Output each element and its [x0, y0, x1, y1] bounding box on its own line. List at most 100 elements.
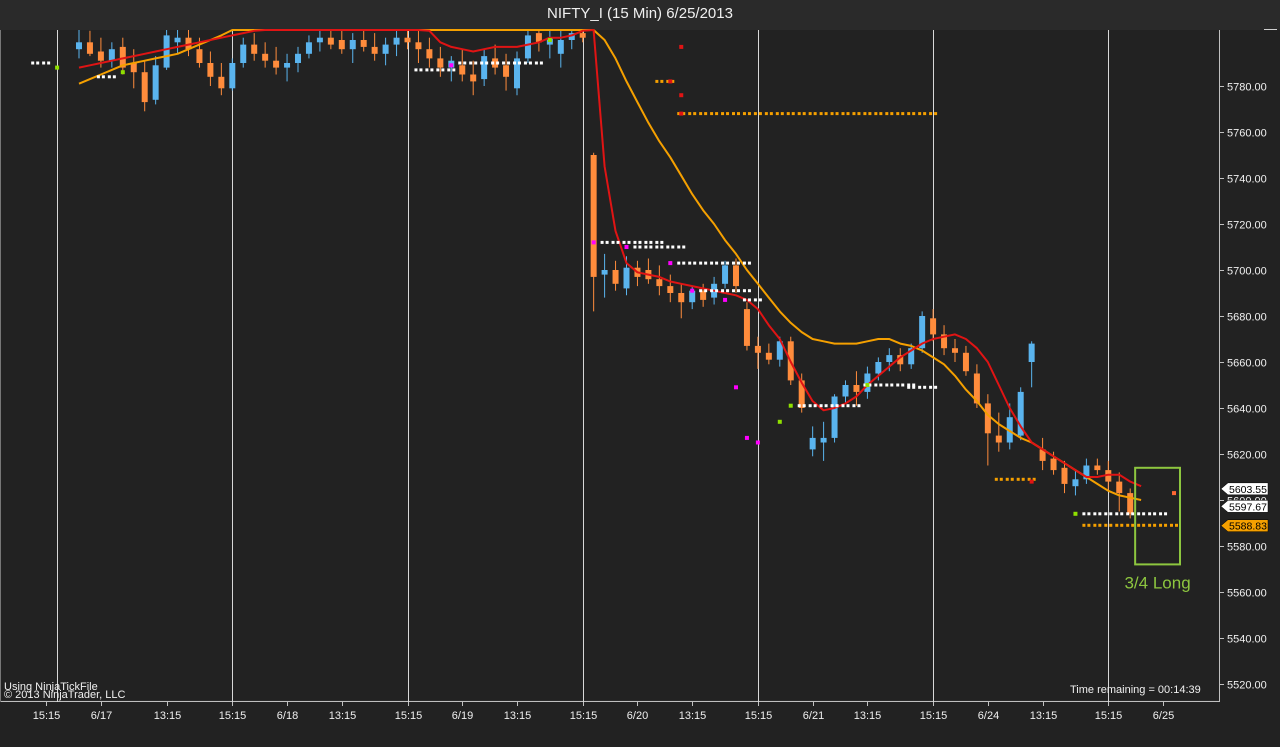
candle-body-down — [426, 49, 433, 59]
signal-level-dot — [874, 112, 878, 116]
candle-body-up — [393, 37, 400, 45]
candle-body-up — [174, 37, 181, 43]
signal-level-dot — [742, 112, 746, 116]
signal-level-dot — [912, 112, 916, 116]
signal-level-dot — [824, 112, 828, 116]
signal-level-dot — [846, 404, 850, 408]
signal-level-dot — [813, 112, 817, 116]
candle-body-up — [722, 265, 729, 284]
signal-level-dot — [758, 112, 762, 116]
signal-level-dot — [868, 112, 872, 116]
signal-level-dot — [699, 112, 703, 116]
candle-body-down — [86, 42, 93, 54]
candle-body-down — [262, 53, 269, 61]
price-tick-label: 5760.00 — [1227, 128, 1267, 140]
signal-level-dot — [436, 68, 440, 72]
signal-level-dot — [934, 112, 938, 116]
signal-level-dot — [704, 261, 708, 265]
signal-level-dot — [1159, 523, 1163, 527]
signal-level-dot — [721, 261, 725, 265]
candle-body-down — [459, 65, 466, 75]
signal-level-dot — [107, 75, 111, 79]
price-tags: 5603.55 5597.67 5588.83 — [1220, 482, 1269, 533]
candle-body-down — [273, 60, 280, 68]
signal-level-dot — [693, 261, 697, 265]
candle-body-down — [141, 72, 148, 103]
signal-level-dot — [912, 385, 916, 389]
time-tick-label: 6/20 — [627, 710, 648, 722]
signal-dot — [624, 245, 629, 249]
signal-level-dot — [1137, 523, 1141, 527]
signal-level-dot — [644, 245, 648, 249]
signal-level-dot — [1164, 512, 1168, 516]
signal-dot — [788, 403, 793, 408]
time-remaining: Time remaining = 00:14:39 — [1070, 684, 1201, 696]
time-tick-label: 15:15 — [219, 710, 247, 722]
signal-level-dot — [688, 112, 692, 116]
signal-level-dot — [824, 404, 828, 408]
candle-body-up — [108, 49, 115, 61]
signal-level-dot — [688, 261, 692, 265]
signal-level-dot — [747, 112, 751, 116]
signal-level-dot — [726, 261, 730, 265]
candle-body-up — [305, 42, 312, 54]
signal-level-dot — [737, 289, 740, 293]
price-tick-label: 5700.00 — [1227, 266, 1267, 278]
signal-dot — [679, 93, 684, 98]
signal-dot — [1073, 511, 1078, 516]
time-tick-label: 13:15 — [1030, 710, 1058, 722]
signal-level-dot — [1153, 512, 1157, 516]
signal-level-dot — [496, 61, 500, 65]
candle-body-down — [853, 385, 860, 392]
signal-level-dot — [721, 112, 725, 116]
signal-dot — [679, 111, 684, 116]
signal-dot — [865, 383, 870, 387]
signal-level-dot — [819, 404, 823, 408]
signal-level-dot — [1137, 512, 1141, 516]
signal-level-dot — [846, 112, 850, 116]
signal-level-dot — [96, 75, 100, 79]
candle-body-up — [886, 355, 893, 362]
price-chart[interactable]: 5780.00 5760.00 5740.00 5720.00 5700.00 5680.… — [0, 0, 1280, 747]
candle-body-down — [765, 352, 772, 360]
signal-level-dot — [633, 245, 637, 249]
signal-dot — [1172, 491, 1176, 496]
signal-level-dot — [1087, 523, 1091, 527]
time-tick-label: 6/21 — [803, 710, 824, 722]
signal-level-dot — [874, 383, 878, 387]
signal-level-dot — [1148, 512, 1152, 516]
price-tag-label: 5603.55 — [1229, 484, 1267, 496]
candle-body-up — [152, 65, 159, 100]
signal-level-dot — [923, 112, 927, 116]
signal-level-dot — [112, 75, 116, 79]
signal-level-dot — [1120, 523, 1124, 527]
signal-level-dot — [732, 289, 735, 293]
candle-body-down — [196, 49, 203, 63]
signal-level-dot — [1126, 512, 1130, 516]
signal-level-dot — [747, 261, 751, 265]
signal-level-dot — [769, 112, 773, 116]
signal-level-dot — [36, 61, 40, 65]
chart-window: NIFTY_I (15 Min) 6/25/2013 F 5780.005760… — [0, 0, 1280, 747]
signal-level-dot — [605, 240, 609, 244]
signal-level-dot — [890, 383, 894, 387]
signal-level-dot — [447, 68, 451, 72]
signal-level-dot — [802, 112, 806, 116]
candle-body-up — [316, 37, 323, 43]
candle-body-down — [218, 76, 225, 89]
signal-level-dot — [791, 112, 795, 116]
signal-level-dot — [857, 404, 861, 408]
time-tick-label: 15:15 — [920, 710, 948, 722]
candle-body-up — [163, 35, 170, 68]
signal-level-dot — [534, 61, 538, 65]
candle-body-up — [76, 42, 82, 50]
signal-level-dot — [934, 385, 938, 389]
signal-level-dot — [726, 112, 730, 116]
signal-level-dot — [742, 261, 746, 265]
signal-level-dot — [528, 61, 532, 65]
signal-level-dot — [463, 61, 467, 65]
signal-level-dot — [425, 68, 429, 72]
signal-level-dot — [1159, 512, 1163, 516]
signal-level-dot — [101, 75, 105, 79]
signal-level-dot — [901, 383, 905, 387]
